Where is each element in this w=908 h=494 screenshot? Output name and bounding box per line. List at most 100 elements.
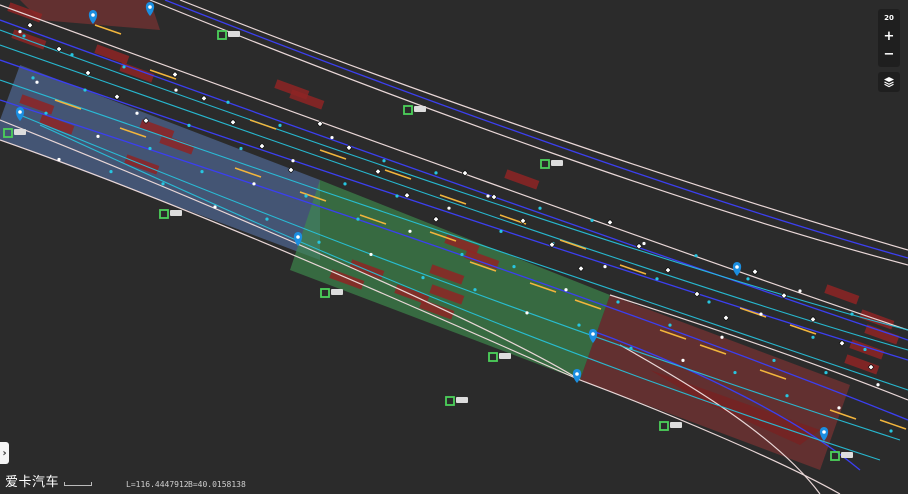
lane-point [35,80,39,84]
latitude-readout: B=40.0158138 [188,480,246,489]
obstacle-block [844,354,880,375]
poi-marker-dot [822,430,826,434]
lane-point [96,134,100,138]
lane-point [434,171,438,175]
lane-point [265,217,269,221]
lane-point [421,275,425,280]
layers-control [878,72,900,92]
poi-marker-dot [575,372,579,376]
road-sign-icon [320,288,330,298]
lane-point [304,194,308,198]
poi-marker-dot [591,332,595,336]
lane-point [382,159,386,163]
vertex-marker [693,290,701,298]
lane-point [447,206,451,210]
vertex-marker [26,21,34,29]
road-sign-icon [403,105,413,115]
road-sign-icon [488,352,498,362]
lane-point [629,346,633,350]
road-sign-tag [170,210,182,216]
road-sign-icon [217,30,227,40]
lane-point [564,288,568,292]
scale-bar [64,482,92,486]
longitude-readout: L=116.4447912 [126,480,189,489]
road-sign-tag [331,289,343,295]
lane-point [278,123,282,127]
sidebar-toggle-button[interactable]: › [0,442,9,464]
road-sign-icon [159,209,169,219]
vertex-marker [316,120,324,128]
road-sign-tag [551,160,563,166]
lane-point [642,241,646,246]
vertex-marker [113,93,121,101]
lane-point [499,229,503,233]
lane-point [824,370,828,375]
stop-segment [249,119,277,130]
lane-point [811,335,815,339]
lane-point [408,229,412,233]
lane-point [343,182,347,186]
zoom-control: 20 + − [878,9,900,67]
watermark-logo: 爱卡汽车 [5,475,60,490]
lane-point [759,312,763,316]
lane-point [187,123,191,127]
section-region-blue [0,65,320,260]
vertex-marker [171,71,179,78]
lane-point [252,182,256,186]
lane-point [460,252,464,257]
lane-point [44,111,48,115]
lane-point [538,206,542,210]
lane-point [603,265,607,269]
zoom-in-button[interactable]: + [878,27,900,45]
lane-point [668,323,672,327]
obstacle-block [849,339,885,360]
lane-point [486,194,490,198]
road-sign-tag [841,452,853,458]
vertex-marker [432,215,440,223]
lane-point [590,218,594,222]
lane-point [616,300,620,304]
lane-point [473,288,477,292]
lane-point [135,111,139,115]
lane-point [707,300,711,304]
lane-point [330,135,334,140]
lane-point [889,429,893,433]
lane-point [70,53,74,57]
zoom-out-button[interactable]: − [878,45,900,63]
vertex-marker [577,265,585,272]
lane-point [148,146,152,151]
poi-marker-dot [735,265,739,269]
lane-point [31,76,35,80]
road-sign-tag [14,129,26,135]
obstacle-block [94,44,130,65]
lane-point [18,30,22,34]
lane-point [161,182,165,186]
vertex-marker [722,314,730,322]
road-sign-icon [659,421,669,431]
lane-point [746,277,750,281]
road-sign-icon [445,396,455,406]
vertex-marker [838,340,846,347]
lane-point [850,312,854,316]
road-sign-icon [540,159,550,169]
vertex-marker [229,118,237,126]
poi-marker-icon [732,262,742,276]
vertex-marker [374,168,382,175]
lane-point [798,289,802,293]
stop-segment [739,307,767,318]
stop-segment [559,239,587,250]
lane-point [239,146,243,151]
vertex-marker [664,266,672,274]
lane-point [83,88,87,92]
lane-point [772,358,776,363]
zoom-level-indicator: 20 [884,14,894,22]
lane-point [785,394,789,398]
layers-button[interactable] [878,72,900,92]
map-canvas[interactable] [0,0,908,494]
poi-marker-dot [296,235,300,239]
vertex-marker [751,268,759,275]
vertex-marker [490,193,498,201]
lane-point [174,88,178,92]
obstacle-block [824,284,860,305]
lane-point [655,277,659,281]
